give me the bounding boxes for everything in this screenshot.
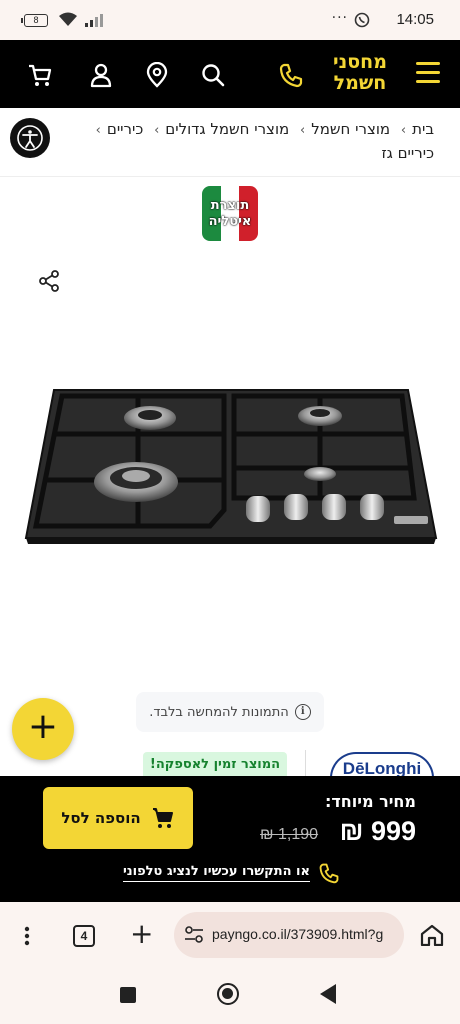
brand-logo[interactable]: DēLonghi xyxy=(330,752,434,778)
site-header: מחסני חשמל xyxy=(0,40,460,108)
phone-icon xyxy=(319,863,339,884)
whatsapp-icon xyxy=(354,12,370,28)
badge-line-2: איטליה xyxy=(208,213,252,229)
back-button[interactable] xyxy=(320,984,336,1004)
url-text: payngo.co.il/373909.html?g xyxy=(212,926,384,942)
add-to-cart-button[interactable]: הוספה לסל xyxy=(43,787,193,849)
header-divider xyxy=(0,176,460,177)
breadcrumb-cooktops[interactable]: כיריים xyxy=(107,120,143,138)
status-time: 14:05 xyxy=(396,11,434,28)
search-icon[interactable] xyxy=(200,62,226,88)
info-icon: i xyxy=(294,704,311,720)
brand-divider xyxy=(305,750,306,776)
accessibility-button[interactable] xyxy=(10,118,50,158)
add-to-cart-label: הוספה לסל xyxy=(61,809,141,827)
made-in-italy-badge: תוצרת איטליה xyxy=(202,186,258,241)
stock-badge: המוצר זמין לאספקה! xyxy=(143,752,287,778)
current-price: 999 ₪ xyxy=(339,816,416,846)
product-image[interactable] xyxy=(24,370,438,552)
recents-button[interactable] xyxy=(120,987,136,1003)
special-price-label: מחיר מיוחד: xyxy=(324,792,416,811)
old-price: 1,190 ₪ xyxy=(260,826,319,843)
cart-icon[interactable] xyxy=(27,62,53,88)
battery-level: 8 xyxy=(33,15,39,25)
address-bar[interactable]: payngo.co.il/373909.html?g xyxy=(174,912,404,958)
logo-line-1: מחסני xyxy=(333,51,387,73)
status-bar: 8 ··· 14:05 xyxy=(0,0,460,40)
battery-icon: 8 xyxy=(21,14,48,27)
site-logo[interactable]: מחסני חשמל xyxy=(330,52,390,94)
disclaimer-text: התמונות להמחשה בלבד. xyxy=(149,704,289,720)
user-icon[interactable] xyxy=(88,62,114,88)
call-agent-link[interactable]: או התקשרו עכשיו לנציג טלפוני xyxy=(122,862,340,884)
breadcrumb-home[interactable]: בית xyxy=(412,120,434,138)
image-disclaimer: i התמונות להמחשה בלבד. xyxy=(136,692,324,732)
badge-line-1: תוצרת xyxy=(210,197,250,213)
share-icon[interactable] xyxy=(38,270,60,292)
breadcrumb-large-appliances[interactable]: מוצרי חשמל גדולים xyxy=(165,120,289,138)
signal-icon xyxy=(85,14,103,27)
new-tab-button[interactable]: + xyxy=(130,919,153,949)
phone-icon[interactable] xyxy=(278,62,304,88)
floating-add-button[interactable]: + xyxy=(12,698,74,760)
accessibility-icon xyxy=(17,125,43,151)
call-agent-text: או התקשרו עכשיו לנציג טלפוני xyxy=(122,864,310,882)
hamburger-icon[interactable] xyxy=(416,62,440,84)
system-nav-bar xyxy=(0,968,460,1024)
wifi-icon xyxy=(59,12,77,26)
breadcrumb-gas-cooktops[interactable]: כיריים גז xyxy=(381,144,434,162)
home-icon[interactable] xyxy=(420,924,444,946)
cart-icon xyxy=(152,808,173,828)
location-icon[interactable] xyxy=(144,62,170,88)
site-settings-icon[interactable] xyxy=(184,926,204,944)
breadcrumb-electrical[interactable]: מוצרי חשמל xyxy=(311,120,390,138)
logo-line-2: חשמל xyxy=(333,72,387,94)
breadcrumb: בית› מוצרי חשמל› מוצרי חשמל גדולים› כירי… xyxy=(95,120,434,162)
purchase-bar: מחיר מיוחד: 999 ₪ 1,190 ₪ הוספה לסל או ה… xyxy=(0,776,460,902)
home-button[interactable] xyxy=(217,983,239,1005)
browser-menu-icon[interactable] xyxy=(24,926,30,946)
tab-switcher-button[interactable]: 4 xyxy=(73,925,95,947)
browser-toolbar: 4 + payngo.co.il/373909.html?g xyxy=(0,902,460,968)
more-notifications-icon: ··· xyxy=(331,10,348,26)
